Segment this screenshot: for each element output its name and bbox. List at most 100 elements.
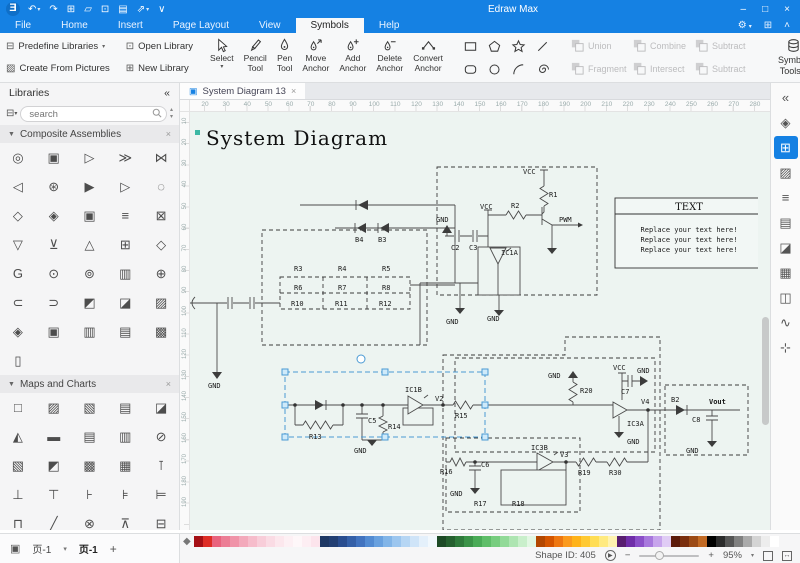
zoom-in-button[interactable]: + <box>708 550 714 561</box>
section-maps-and-charts[interactable]: ▼ Maps and Charts × <box>0 375 179 393</box>
boolean-subtract-button[interactable]: Subtract <box>694 61 756 78</box>
color-swatch[interactable] <box>239 536 248 547</box>
color-swatch[interactable] <box>338 536 347 547</box>
library-symbol[interactable]: ◇ <box>143 230 179 259</box>
collapse-sidebar-icon[interactable]: « <box>164 87 170 99</box>
library-symbol[interactable]: G <box>0 259 36 288</box>
color-swatch[interactable] <box>365 536 374 547</box>
color-swatch[interactable] <box>464 536 473 547</box>
color-swatch[interactable] <box>212 536 221 547</box>
menu-tab-home[interactable]: Home <box>46 18 103 33</box>
library-symbol[interactable]: ▣ <box>36 317 72 346</box>
color-swatch[interactable] <box>356 536 365 547</box>
color-swatch[interactable] <box>293 536 302 547</box>
table-icon[interactable]: ▦ <box>774 261 798 284</box>
library-symbol[interactable]: ⊞ <box>107 230 143 259</box>
collapse-section-icon[interactable]: ▼ <box>8 131 15 138</box>
library-symbol[interactable]: ▶ <box>72 172 108 201</box>
library-symbol[interactable]: □ <box>0 393 36 422</box>
library-symbol[interactable]: ▯ <box>0 346 36 375</box>
color-swatch[interactable] <box>446 536 455 547</box>
color-swatch[interactable] <box>707 536 716 547</box>
redo-icon[interactable]: ↷ <box>49 4 57 15</box>
color-swatch[interactable] <box>302 536 311 547</box>
library-symbol[interactable]: ▨ <box>36 393 72 422</box>
rectangle-shape-button[interactable] <box>463 39 478 54</box>
menu-tab-page-layout[interactable]: Page Layout <box>158 18 244 33</box>
import-library-icon[interactable]: ⊟▾ <box>6 108 17 119</box>
library-symbol[interactable]: ◩ <box>36 451 72 480</box>
page-tab[interactable]: 页-1 <box>79 541 98 556</box>
collapse-section-icon[interactable]: ▼ <box>8 381 15 388</box>
chart-icon[interactable]: ◪ <box>774 236 798 259</box>
color-swatch[interactable] <box>419 536 428 547</box>
color-swatch[interactable] <box>770 536 779 547</box>
fill-color-icon[interactable]: ◆ <box>183 536 191 547</box>
add-page-button[interactable]: + <box>110 542 117 556</box>
library-symbol[interactable]: ⊂ <box>0 288 36 317</box>
page-overview-icon[interactable]: ▣ <box>10 542 20 555</box>
library-symbol[interactable]: ⊺ <box>143 451 179 480</box>
canvas-vertical-scrollbar[interactable] <box>762 317 769 425</box>
library-symbol[interactable]: ▤ <box>107 317 143 346</box>
color-swatch[interactable] <box>563 536 572 547</box>
color-swatch[interactable] <box>617 536 626 547</box>
library-symbol[interactable]: ⊨ <box>143 480 179 509</box>
color-swatch[interactable] <box>491 536 500 547</box>
settings-icon[interactable]: ⚙▾ <box>738 20 752 31</box>
library-symbol[interactable]: ⊗ <box>72 509 108 530</box>
library-symbol[interactable]: ≫ <box>107 143 143 172</box>
close-section-icon[interactable]: × <box>166 379 171 389</box>
library-symbol[interactable]: ▣ <box>72 201 108 230</box>
maximize-button[interactable]: □ <box>762 4 768 15</box>
page-list-dropdown-icon[interactable]: ▾ <box>63 545 67 553</box>
open-library-button[interactable]: ⊡Open Library <box>126 41 193 52</box>
color-swatch[interactable] <box>653 536 662 547</box>
boolean-intersect-button[interactable]: Intersect <box>632 61 694 78</box>
color-swatch[interactable] <box>608 536 617 547</box>
color-swatch[interactable] <box>383 536 392 547</box>
color-swatch[interactable] <box>725 536 734 547</box>
layers-icon[interactable]: ≡ <box>774 186 798 209</box>
library-symbol[interactable]: ▧ <box>72 393 108 422</box>
color-swatch[interactable] <box>716 536 725 547</box>
close-button[interactable]: × <box>784 4 790 15</box>
close-section-icon[interactable]: × <box>166 129 171 139</box>
convert-anchor-button[interactable]: ConvertAnchor <box>408 33 448 82</box>
library-symbol[interactable]: ◁ <box>0 172 36 201</box>
library-symbol[interactable]: ▥ <box>107 422 143 451</box>
clipart-icon[interactable]: ◫ <box>774 286 798 309</box>
color-swatch[interactable] <box>518 536 527 547</box>
library-symbol[interactable]: ⊙ <box>36 259 72 288</box>
color-swatch[interactable] <box>257 536 266 547</box>
star-shape-button[interactable] <box>511 39 526 54</box>
color-swatch[interactable] <box>689 536 698 547</box>
color-swatch[interactable] <box>734 536 743 547</box>
color-swatch[interactable] <box>500 536 509 547</box>
library-symbol[interactable]: ◪ <box>143 393 179 422</box>
color-swatch[interactable] <box>599 536 608 547</box>
color-swatch[interactable] <box>230 536 239 547</box>
pen-tool-button[interactable]: PenTool <box>272 33 298 82</box>
library-symbol[interactable]: ⊼ <box>107 509 143 530</box>
predefine-libraries-button[interactable]: ⊟Predefine Libraries▾ <box>6 41 110 52</box>
workspace-grid-icon[interactable]: ⊞ <box>764 20 772 31</box>
section-composite-assemblies[interactable]: ▼ Composite Assemblies × <box>0 125 179 143</box>
color-swatch[interactable] <box>392 536 401 547</box>
library-symbol[interactable]: ╱ <box>36 509 72 530</box>
library-symbol[interactable]: ▷ <box>72 143 108 172</box>
search-input[interactable] <box>20 106 167 122</box>
library-symbol[interactable]: ▩ <box>72 451 108 480</box>
color-swatch[interactable] <box>635 536 644 547</box>
library-symbol[interactable]: ◈ <box>0 317 36 346</box>
library-symbol[interactable]: ◭ <box>0 422 36 451</box>
export-icon[interactable]: ⇗▾ <box>137 4 149 15</box>
add-anchor-button[interactable]: AddAnchor <box>334 33 371 82</box>
library-symbol[interactable]: ▷ <box>107 172 143 201</box>
rounded-rectangle-shape-button[interactable] <box>463 62 478 77</box>
symbol-tools-button[interactable]: Symbol Tools ▾ <box>766 33 800 82</box>
library-symbol[interactable]: ⊓ <box>0 509 36 530</box>
color-swatch[interactable] <box>455 536 464 547</box>
color-swatch[interactable] <box>284 536 293 547</box>
close-tab-icon[interactable]: × <box>291 86 296 96</box>
